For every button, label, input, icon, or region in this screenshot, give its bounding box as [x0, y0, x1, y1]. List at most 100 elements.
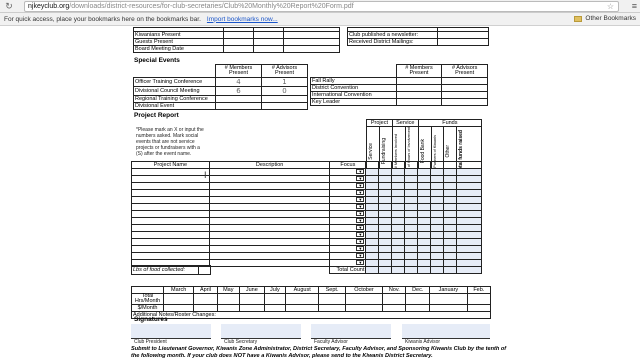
project-cell[interactable] — [417, 238, 432, 246]
project-cell[interactable] — [443, 175, 458, 183]
project-cell[interactable] — [404, 182, 419, 190]
total-count-cell[interactable] — [430, 266, 445, 274]
focus-dropdown[interactable]: ▼ — [329, 224, 367, 232]
project-cell[interactable] — [404, 168, 419, 176]
project-cell[interactable] — [404, 175, 419, 183]
project-cell[interactable] — [430, 168, 445, 176]
chevron-down-icon[interactable]: ▼ — [356, 239, 365, 244]
project-cell[interactable] — [208, 231, 331, 239]
month-dollars-cell[interactable] — [318, 304, 346, 312]
month-dollars-cell[interactable] — [162, 304, 195, 312]
project-cell[interactable] — [378, 196, 393, 204]
chevron-down-icon[interactable]: ▼ — [356, 253, 365, 258]
project-cell[interactable] — [404, 259, 419, 267]
project-cell[interactable] — [404, 217, 419, 225]
project-cell[interactable] — [456, 217, 482, 225]
project-cell[interactable] — [131, 245, 210, 253]
month-hours-cell[interactable] — [263, 293, 286, 305]
chevron-down-icon[interactable]: ▼ — [356, 211, 365, 216]
project-cell[interactable] — [131, 189, 210, 197]
total-count-cell[interactable] — [378, 266, 393, 274]
project-cell[interactable] — [391, 203, 406, 211]
project-cell[interactable] — [365, 210, 380, 218]
project-cell[interactable] — [208, 196, 331, 204]
project-cell[interactable] — [208, 182, 331, 190]
event-advisors-value[interactable]: 1 — [261, 77, 308, 87]
month-hours-cell[interactable] — [405, 293, 431, 305]
project-cell[interactable] — [208, 203, 331, 211]
month-dollars-cell[interactable] — [466, 304, 492, 312]
bookmark-star-icon[interactable]: ☆ — [607, 2, 614, 12]
project-cell[interactable] — [430, 217, 445, 225]
total-count-cell[interactable] — [443, 266, 458, 274]
project-cell[interactable] — [443, 203, 458, 211]
chevron-down-icon[interactable]: ▼ — [356, 176, 365, 181]
project-cell[interactable] — [131, 224, 210, 232]
focus-dropdown[interactable]: ▼ — [329, 203, 367, 211]
project-cell[interactable] — [378, 210, 393, 218]
project-cell[interactable] — [391, 182, 406, 190]
month-hours-cell[interactable] — [466, 293, 492, 305]
project-cell[interactable] — [430, 231, 445, 239]
focus-dropdown[interactable]: ▼ — [329, 238, 367, 246]
total-count-cell[interactable] — [417, 266, 432, 274]
focus-dropdown[interactable]: ▼ — [329, 259, 367, 267]
month-hours-cell[interactable] — [382, 293, 407, 305]
chevron-down-icon[interactable]: ▼ — [356, 218, 365, 223]
project-cell[interactable] — [443, 168, 458, 176]
project-cell[interactable] — [391, 252, 406, 260]
month-dollars-cell[interactable] — [382, 304, 407, 312]
project-cell[interactable] — [131, 252, 210, 260]
month-dollars-cell[interactable] — [193, 304, 218, 312]
project-cell[interactable] — [391, 210, 406, 218]
project-cell[interactable] — [131, 196, 210, 204]
project-cell[interactable] — [443, 259, 458, 267]
project-cell[interactable] — [391, 231, 406, 239]
event-members-value[interactable]: 4 — [215, 77, 262, 87]
project-cell[interactable] — [443, 196, 458, 204]
project-cell[interactable] — [456, 231, 482, 239]
project-cell[interactable] — [208, 189, 331, 197]
other-bookmarks-button[interactable]: Other Bookmarks — [574, 15, 636, 22]
project-cell[interactable] — [417, 224, 432, 232]
month-dollars-cell[interactable] — [238, 304, 265, 312]
project-cell[interactable] — [417, 252, 432, 260]
project-cell[interactable] — [456, 259, 482, 267]
project-cell[interactable] — [456, 196, 482, 204]
project-cell[interactable] — [404, 224, 419, 232]
focus-dropdown[interactable]: ▼ — [329, 189, 367, 197]
project-cell[interactable] — [404, 210, 419, 218]
project-cell[interactable] — [430, 245, 445, 253]
project-cell[interactable] — [430, 252, 445, 260]
project-cell[interactable] — [365, 168, 380, 176]
project-cell[interactable] — [443, 210, 458, 218]
menu-icon[interactable]: ≡ — [632, 1, 637, 12]
project-cell[interactable] — [430, 259, 445, 267]
reload-icon[interactable]: ↻ — [3, 1, 15, 12]
project-cell[interactable] — [417, 259, 432, 267]
project-cell[interactable] — [391, 224, 406, 232]
total-count-cell[interactable] — [456, 266, 482, 274]
project-cell[interactable] — [378, 217, 393, 225]
focus-dropdown[interactable]: ▼ — [329, 231, 367, 239]
month-hours-cell[interactable] — [318, 293, 346, 305]
project-cell[interactable] — [365, 175, 380, 183]
focus-dropdown[interactable]: ▼ — [329, 196, 367, 204]
project-cell[interactable] — [391, 175, 406, 183]
project-cell[interactable] — [443, 182, 458, 190]
project-cell[interactable] — [365, 259, 380, 267]
project-cell[interactable] — [404, 231, 419, 239]
project-cell[interactable] — [443, 231, 458, 239]
project-cell[interactable] — [378, 252, 393, 260]
project-cell[interactable] — [378, 224, 393, 232]
project-cell[interactable] — [391, 196, 406, 204]
project-cell[interactable] — [404, 252, 419, 260]
project-cell[interactable] — [208, 210, 331, 218]
focus-dropdown[interactable]: ▼ — [329, 210, 367, 218]
project-cell[interactable] — [208, 168, 331, 176]
project-cell[interactable] — [391, 259, 406, 267]
month-hours-cell[interactable] — [344, 293, 384, 305]
project-cell[interactable] — [131, 231, 210, 239]
project-cell[interactable] — [456, 245, 482, 253]
total-count-cell[interactable] — [404, 266, 419, 274]
